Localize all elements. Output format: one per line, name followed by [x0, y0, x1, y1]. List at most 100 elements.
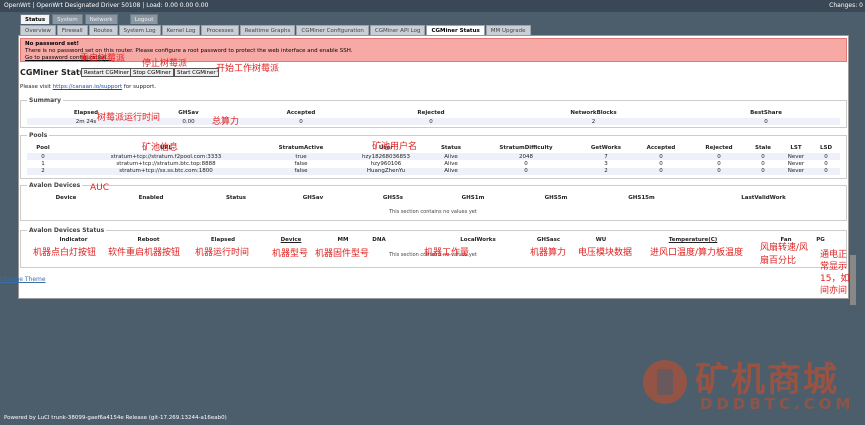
main-tabs: Status System Network Logout [20, 14, 160, 24]
pool-1-user: hzy960106 [370, 161, 402, 167]
pool-2-id: 2 [41, 168, 45, 174]
top-bar: OpenWrt | OpenWrt Designated Driver 5010… [0, 0, 865, 12]
page-title: CGMiner Status [20, 68, 91, 77]
scrollbar[interactable] [850, 255, 856, 305]
watermark-name: 矿机商城 [695, 360, 839, 400]
watermark-domain: DDDBTC.COM [700, 395, 855, 413]
annotation-stop: 停止树莓派 [142, 59, 188, 69]
status-header-wu: WU [595, 237, 607, 243]
summary-rejected: 0 [429, 119, 433, 125]
summary-ghsav: 0.00 [182, 119, 195, 125]
annotation-pg-1: 通电正 [820, 250, 848, 260]
annotation-fan-1: 风扇转速/风 [760, 243, 809, 253]
annotation-pg-3: 15，如 [820, 274, 850, 284]
stop-cgminer-button[interactable]: Stop CGMiner [130, 68, 174, 77]
status-header-localworks: LocalWorks [460, 237, 496, 243]
annotation-start: 开始工作树莓派 [216, 64, 280, 74]
subtab-kernel-log[interactable]: Kernel Log [161, 25, 201, 35]
devices-header-ghs15m: GHS15m [628, 195, 655, 201]
annotation-mm: 机器固件型号 [315, 249, 370, 259]
status-header-elapsed: Elapsed [210, 237, 236, 243]
annotation-temp: 进风口温度/算力板温度 [650, 248, 744, 258]
pool-0-lsd: 0 [824, 154, 828, 160]
pools-header-accepted: Accepted [646, 145, 676, 151]
annotation-user: 矿池用户名 [372, 142, 418, 152]
pool-1-lsd: 0 [824, 161, 828, 167]
status-header-indicator: Indicator [59, 237, 88, 243]
router-title: OpenWrt | OpenWrt Designated Driver 5010… [4, 2, 209, 9]
pool-0-status: Alive [444, 154, 458, 160]
status-header-reboot: Reboot [137, 237, 160, 243]
pool-2-lsd: 0 [824, 168, 828, 174]
pool-2-rejected: 0 [717, 168, 721, 174]
sub-tabs: Overview Firewall Routes System Log Kern… [20, 25, 532, 35]
annotation-pool: 矿池信息 [142, 143, 179, 153]
pool-0-url: stratum+tcp://stratum.f2pool.com:3333 [110, 154, 222, 160]
pool-0-stale: 0 [761, 154, 765, 160]
subtab-cgminer-api-log[interactable]: CGMiner API Log [369, 25, 426, 35]
status-header-dna: DNA [372, 237, 386, 243]
devices-empty-message: This section contains no values yet [389, 209, 477, 215]
pools-section: Pools Pool URL StratumActive User Status… [20, 132, 847, 179]
summary-header-networkblocks: NetworkBlocks [570, 110, 617, 116]
summary-header-rejected: Rejected [417, 110, 445, 116]
subtab-realtime-graphs[interactable]: Realtime Graphs [239, 25, 296, 35]
annotation-wu: 电压模块数据 [578, 248, 633, 258]
pool-1-url: stratum+tcp://stratum.btc.top:8888 [116, 161, 216, 167]
subtab-mm-upgrade[interactable]: MM Upgrade [485, 25, 531, 35]
subtab-firewall[interactable]: Firewall [56, 25, 88, 35]
devices-header-status: Status [225, 195, 247, 201]
annotation-fan-2: 扇百分比 [760, 256, 797, 266]
devices-header-ghs5m: GHS5m [544, 195, 568, 201]
restart-cgminer-button[interactable]: Restart CGMiner [81, 68, 133, 77]
devices-header-enabled: Enabled [138, 195, 164, 201]
summary-header-accepted: Accepted [286, 110, 316, 116]
avalon-devices-legend: Avalon Devices [27, 182, 83, 189]
visit-prefix: Please visit [20, 84, 51, 90]
alert-text: There is no password set on this router.… [25, 48, 353, 54]
pool-0-rejected: 0 [717, 154, 721, 160]
pool-1-status: Alive [444, 161, 458, 167]
visit-suffix: for support. [123, 84, 157, 90]
annotation-device: 机器型号 [272, 249, 309, 259]
pool-1-difficulty: 0 [524, 161, 528, 167]
annotation-localworks: 机器工作量 [424, 248, 470, 258]
subtab-cgminer-status[interactable]: CGMiner Status [426, 25, 485, 35]
footer: Powered by LuCI trunk-38099-gaef6a4154e … [4, 415, 227, 421]
summary-networkblocks: 2 [591, 119, 596, 125]
tab-network[interactable]: Network [84, 14, 118, 24]
subtab-overview[interactable]: Overview [20, 25, 56, 35]
support-link[interactable]: https://canaan.io/support [53, 84, 122, 90]
pools-header-lst: LST [790, 145, 802, 151]
pools-header-stratumdifficulty: StratumDifficulty [499, 145, 553, 151]
pools-header-status: Status [440, 145, 462, 151]
annotation-restart: 重启树莓派 [80, 54, 126, 64]
status-header-pg: PG [816, 237, 825, 243]
annotation-ghsav: 总算力 [212, 117, 240, 127]
changes-link[interactable]: Changes: 0 [829, 0, 863, 12]
tab-status[interactable]: Status [20, 14, 51, 24]
change-theme-link[interactable]: Change Theme [0, 276, 46, 283]
pool-2-user: HuangZhenYu [366, 168, 406, 174]
status-header-temperature[interactable]: Temperature(C) [663, 237, 723, 243]
subtab-processes[interactable]: Processes [201, 25, 239, 35]
avalon-devices-section: Avalon Devices Device Enabled Status GHS… [20, 182, 847, 221]
subtab-routes[interactable]: Routes [88, 25, 118, 35]
devices-header-ghs1m: GHS1m [461, 195, 485, 201]
pool-1-id: 1 [41, 161, 45, 167]
tab-logout[interactable]: Logout [129, 14, 159, 24]
summary-accepted: 0 [299, 119, 303, 125]
subtab-system-log[interactable]: System Log [118, 25, 161, 35]
pool-2-lst: Never [787, 168, 805, 174]
summary-bestshare: 0 [764, 119, 768, 125]
pool-2-status: Alive [444, 168, 458, 174]
start-cgminer-button[interactable]: Start CGMiner [174, 68, 219, 77]
status-header-device[interactable]: Device [276, 237, 306, 243]
tab-system[interactable]: System [52, 14, 83, 24]
pool-1-lst: Never [787, 161, 805, 167]
pool-2-url: stratum+tcp://ss.ss.btc.com:1800 [119, 168, 213, 174]
pools-header-stale: Stale [755, 145, 771, 151]
subtab-cgminer-configuration[interactable]: CGMiner Configuration [296, 25, 369, 35]
pool-2-accepted: 0 [659, 168, 663, 174]
status-header-mm: MM [337, 237, 349, 243]
